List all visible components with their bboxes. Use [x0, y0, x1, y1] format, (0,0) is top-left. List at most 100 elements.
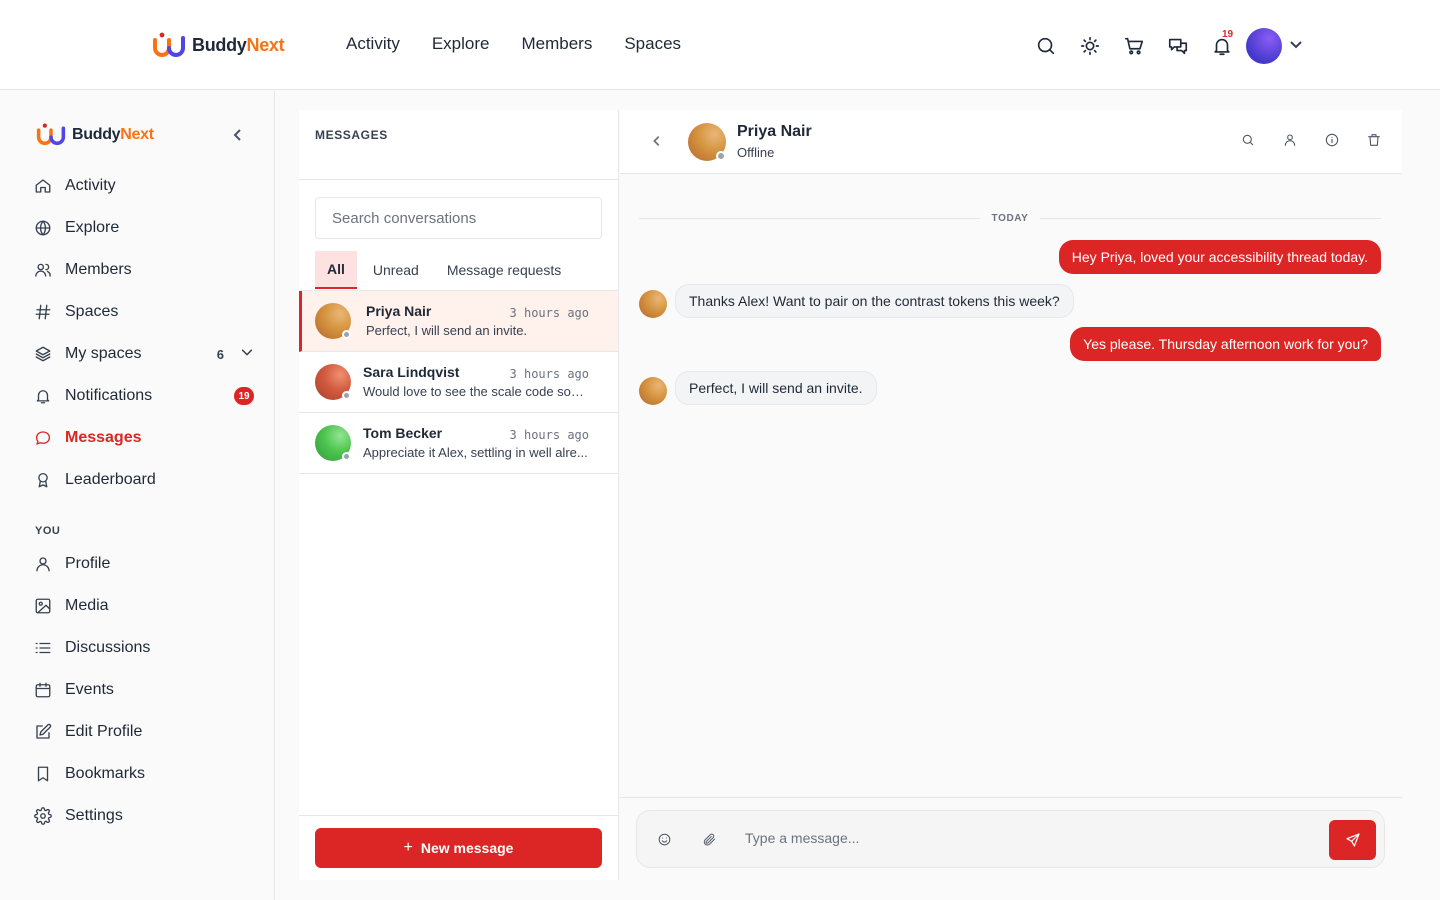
sidebar-item-activity[interactable]: Activity — [34, 165, 256, 207]
new-message-button[interactable]: + New message — [315, 828, 602, 868]
emoji-button[interactable] — [657, 832, 672, 852]
layers-icon — [35, 346, 51, 362]
sidebar-item-settings[interactable]: Settings — [34, 795, 256, 837]
conversation-item[interactable]: Tom Becker 3 hours ago Appreciate it Ale… — [299, 413, 618, 474]
brand-logo[interactable]: BuddyNext — [152, 32, 285, 58]
search-icon — [1242, 134, 1254, 146]
message-icon — [35, 431, 51, 445]
topnav-activity-link[interactable]: Activity — [346, 34, 400, 54]
messages-button[interactable] — [1156, 29, 1200, 63]
info-button[interactable] — [1324, 132, 1340, 153]
send-button[interactable] — [1329, 820, 1376, 860]
sidebar-item-media[interactable]: Media — [34, 585, 256, 627]
sidebar-item-edit-profile[interactable]: Edit Profile — [34, 711, 256, 753]
brand-name-part1: Buddy — [192, 34, 247, 55]
sun-icon — [1080, 36, 1100, 56]
sidebar-item-discussions[interactable]: Discussions — [34, 627, 256, 669]
conversation-time: 3 hours ago — [509, 367, 589, 381]
delete-conversation-button[interactable] — [1366, 132, 1382, 153]
sidebar-item-notifications[interactable]: Notifications 19 — [34, 375, 256, 417]
sidebar: BuddyNext Activity Explore Members Space… — [0, 91, 275, 900]
top-actions: 19 — [1024, 28, 1304, 64]
brand-name-part1: Buddy — [72, 125, 121, 143]
theme-toggle-button[interactable] — [1068, 29, 1112, 63]
list-icon — [35, 642, 51, 654]
tab-message-requests[interactable]: Message requests — [435, 251, 573, 289]
edit-icon — [36, 723, 52, 739]
view-profile-button[interactable] — [1282, 132, 1298, 153]
conversations-panel: MESSAGES Search conversations All Unread… — [299, 110, 619, 880]
conversations-footer: + New message — [299, 815, 618, 880]
trash-icon — [1368, 134, 1380, 146]
attach-button[interactable] — [702, 832, 717, 852]
collapse-sidebar-button[interactable] — [230, 127, 246, 148]
notification-count-badge: 19 — [1222, 29, 1234, 40]
sidebar-item-events[interactable]: Events — [34, 669, 256, 711]
user-avatar[interactable] — [1246, 28, 1282, 64]
sidebar-item-my-spaces[interactable]: My spaces 6 — [34, 333, 256, 375]
incoming-message: Perfect, I will send an invite. — [675, 371, 877, 405]
topnav-members-link[interactable]: Members — [521, 34, 592, 54]
sidebar-item-label: Leaderboard — [65, 471, 156, 488]
topnav-explore-link[interactable]: Explore — [432, 34, 490, 54]
sidebar-item-bookmarks[interactable]: Bookmarks — [34, 753, 256, 795]
chat-contact-name[interactable]: Priya Nair — [737, 123, 812, 141]
hash-icon — [35, 304, 51, 320]
globe-icon — [35, 220, 51, 236]
message-composer: Type a message... — [636, 810, 1385, 868]
sidebar-main-nav: Activity Explore Members Spaces My space… — [34, 165, 256, 501]
sidebar-you-nav: Profile Media Discussions Events Edit Pr… — [34, 543, 256, 837]
presence-dot — [716, 151, 726, 161]
outgoing-message: Yes please. Thursday afternoon work for … — [1070, 327, 1381, 361]
chat-contact-status: Offline — [737, 145, 775, 160]
sidebar-brand-logo[interactable]: BuddyNext — [36, 123, 154, 146]
user-menu-chevron[interactable] — [1288, 36, 1304, 57]
sidebar-item-explore[interactable]: Explore — [34, 207, 256, 249]
chevron-down-icon — [1290, 40, 1302, 48]
avatar — [315, 364, 351, 400]
avatar[interactable] — [688, 123, 726, 161]
conversation-snippet: Appreciate it Alex, settling in well alr… — [363, 445, 588, 460]
users-icon — [35, 263, 51, 277]
sidebar-item-profile[interactable]: Profile — [34, 543, 256, 585]
sidebar-item-label: Edit Profile — [65, 723, 143, 740]
avatar — [315, 425, 351, 461]
expand-my-spaces-toggle[interactable] — [240, 345, 254, 364]
send-icon — [1345, 833, 1360, 847]
sidebar-item-members[interactable]: Members — [34, 249, 256, 291]
smile-icon — [658, 833, 671, 846]
outgoing-message: Hey Priya, loved your accessibility thre… — [1058, 240, 1381, 274]
search-button[interactable] — [1024, 29, 1068, 63]
sidebar-item-spaces[interactable]: Spaces — [34, 291, 256, 333]
chevron-left-icon — [653, 136, 660, 146]
chat-icon — [1168, 38, 1188, 55]
conversation-tabs: All Unread Message requests — [315, 251, 573, 289]
avatar — [639, 377, 667, 405]
chevron-down-icon — [241, 348, 253, 355]
sidebar-item-leaderboard[interactable]: Leaderboard — [34, 459, 256, 501]
brand-name-part2: Next — [246, 34, 285, 55]
conversation-list: Priya Nair 3 hours ago Perfect, I will s… — [299, 290, 618, 474]
cart-button[interactable] — [1112, 29, 1156, 63]
plus-icon: + — [403, 839, 413, 856]
logo-mark-icon — [153, 32, 185, 57]
conversation-item[interactable]: Sara Lindqvist 3 hours ago Would love to… — [299, 352, 618, 413]
sidebar-item-messages[interactable]: Messages — [34, 417, 256, 459]
conversation-item[interactable]: Priya Nair 3 hours ago Perfect, I will s… — [299, 291, 618, 352]
message-input[interactable]: Type a message... — [745, 830, 859, 846]
sidebar-item-label: Members — [65, 261, 132, 278]
sidebar-item-label: Media — [65, 597, 109, 614]
notifications-button[interactable]: 19 — [1200, 29, 1244, 63]
topnav-spaces-link[interactable]: Spaces — [624, 34, 681, 54]
award-icon — [38, 472, 48, 488]
user-icon — [36, 557, 50, 572]
divider-line — [639, 217, 980, 219]
search-conversations-input[interactable]: Search conversations — [315, 197, 602, 239]
sidebar-item-label: Discussions — [65, 639, 151, 656]
tab-all[interactable]: All — [315, 251, 357, 289]
search-chat-button[interactable] — [1240, 132, 1256, 153]
back-button[interactable] — [650, 134, 664, 153]
search-icon — [1037, 37, 1055, 55]
new-message-label: New message — [420, 840, 514, 856]
tab-unread[interactable]: Unread — [361, 251, 431, 289]
